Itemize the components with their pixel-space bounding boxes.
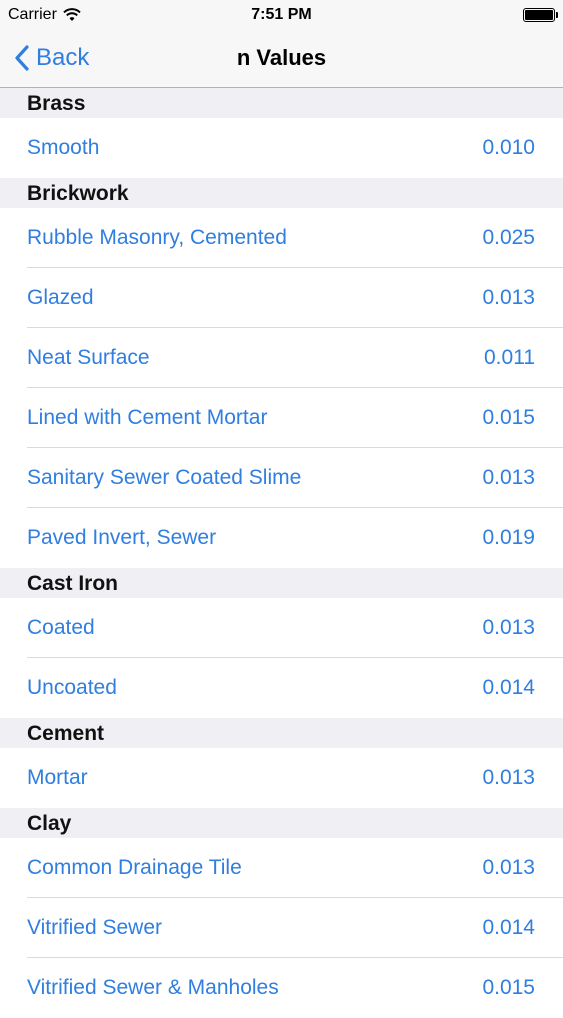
list-item[interactable]: Uncoated 0.014 (0, 658, 563, 718)
section-header-brass: Brass (0, 88, 563, 118)
item-label: Neat Surface (27, 346, 150, 369)
item-label: Sanitary Sewer Coated Slime (27, 466, 302, 489)
list-item[interactable]: Mortar 0.013 (0, 748, 563, 808)
section-header-clay: Clay (0, 808, 563, 838)
item-value: 0.011 (484, 346, 535, 369)
item-label: Coated (27, 616, 95, 639)
item-label: Rubble Masonry, Cemented (27, 226, 287, 249)
list-item[interactable]: Glazed 0.013 (0, 268, 563, 328)
list-item[interactable]: Sanitary Sewer Coated Slime 0.013 (0, 448, 563, 508)
item-value: 0.015 (482, 976, 535, 999)
item-value: 0.013 (482, 616, 535, 639)
item-label: Mortar (27, 766, 88, 789)
item-label: Smooth (27, 136, 100, 159)
battery-icon (523, 8, 558, 22)
list-item[interactable]: Paved Invert, Sewer 0.019 (0, 508, 563, 568)
item-label: Paved Invert, Sewer (27, 526, 217, 549)
item-value: 0.025 (482, 226, 535, 249)
item-value: 0.015 (482, 406, 535, 429)
item-value: 0.013 (482, 466, 535, 489)
list-item[interactable]: Lined with Cement Mortar 0.015 (0, 388, 563, 448)
item-label: Glazed (27, 286, 94, 309)
list-item[interactable]: Vitrified Sewer & Manholes 0.015 (0, 958, 563, 1018)
item-value: 0.013 (482, 766, 535, 789)
section-header-cast-iron: Cast Iron (0, 568, 563, 598)
list-item[interactable]: Neat Surface 0.011 (0, 328, 563, 388)
list-item[interactable]: Rubble Masonry, Cemented 0.025 (0, 208, 563, 268)
item-label: Lined with Cement Mortar (27, 406, 268, 429)
item-label: Uncoated (27, 676, 117, 699)
n-values-list: Brass Smooth 0.010 Brickwork Rubble Maso… (0, 88, 563, 1018)
item-label: Common Drainage Tile (27, 856, 242, 879)
item-label: Vitrified Sewer (27, 916, 163, 939)
item-value: 0.019 (482, 526, 535, 549)
list-item[interactable]: Vitrified Sewer 0.014 (0, 898, 563, 958)
status-bar: Carrier 7:51 PM (0, 0, 563, 30)
navigation-bar: Back n Values (0, 30, 563, 88)
item-value: 0.013 (482, 856, 535, 879)
item-value: 0.010 (482, 136, 535, 159)
item-value: 0.014 (482, 916, 535, 939)
item-value: 0.013 (482, 286, 535, 309)
section-header-brickwork: Brickwork (0, 178, 563, 208)
status-time: 7:51 PM (251, 6, 312, 23)
item-value: 0.014 (482, 676, 535, 699)
list-item[interactable]: Smooth 0.010 (0, 118, 563, 178)
list-item[interactable]: Coated 0.013 (0, 598, 563, 658)
page-title: n Values (236, 45, 327, 70)
item-label: Vitrified Sewer & Manholes (27, 976, 279, 999)
list-item[interactable]: Common Drainage Tile 0.013 (0, 838, 563, 898)
section-header-cement: Cement (0, 718, 563, 748)
